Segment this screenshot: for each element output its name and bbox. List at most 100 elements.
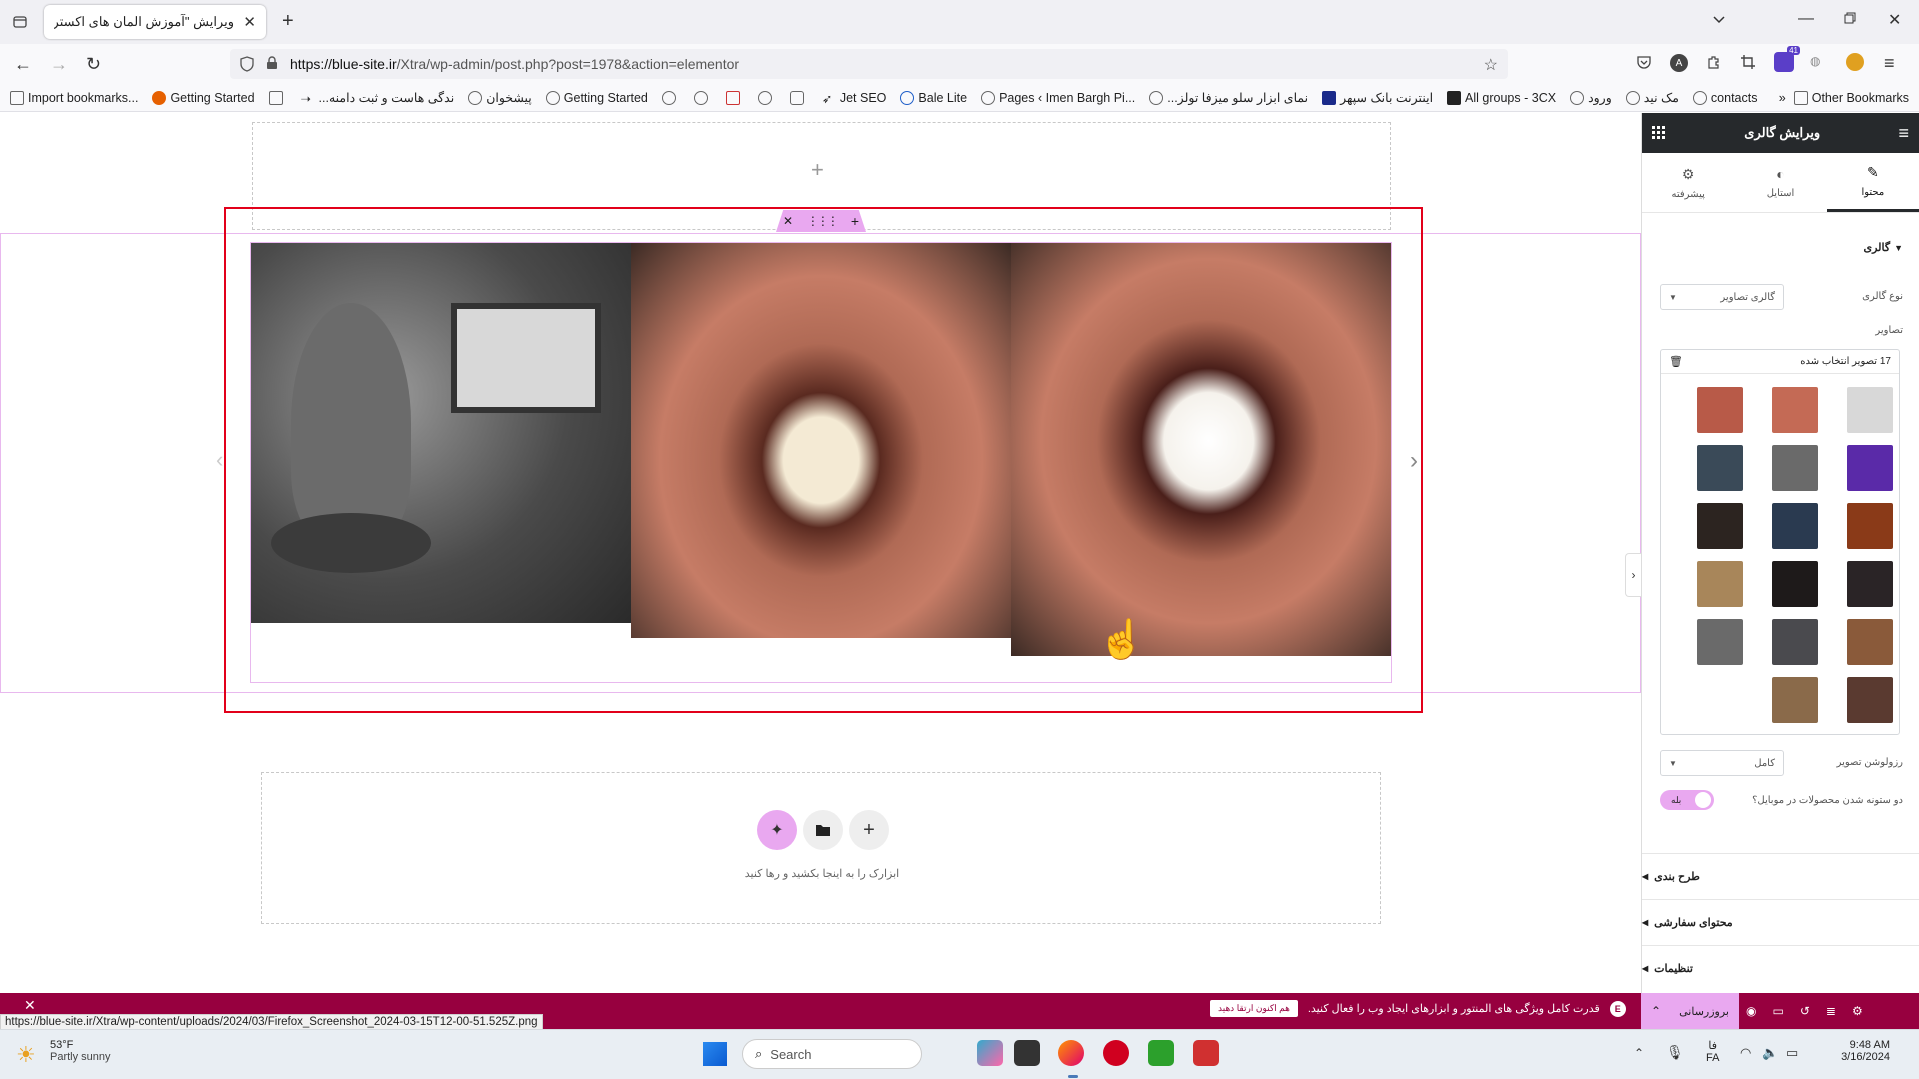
close-icon[interactable]: ✕ xyxy=(24,997,36,1014)
navigator-icon[interactable]: ≣ xyxy=(1826,1004,1836,1018)
settings-ext-icon[interactable] xyxy=(1846,53,1864,71)
add-section-icon[interactable]: + xyxy=(849,810,889,850)
active-tab[interactable]: ویرایش "آموزش المان های اکسترا – ... ✕ xyxy=(44,5,266,39)
bookmark-item[interactable]: اینترنت بانک سپهر xyxy=(1322,90,1433,105)
lock-icon[interactable] xyxy=(266,56,278,70)
recorder-icon[interactable] xyxy=(1193,1040,1219,1066)
bookmark-item[interactable] xyxy=(757,90,776,105)
vpn-icon[interactable]: ◍ xyxy=(1810,54,1820,68)
section-settings[interactable]: تنظیمات ◀ xyxy=(1642,945,1919,991)
bookmark-item[interactable]: Getting Started xyxy=(152,90,255,105)
other-bookmarks[interactable]: » Other Bookmarks xyxy=(1779,90,1909,105)
thumbnail[interactable] xyxy=(1847,619,1893,665)
thumbnail[interactable] xyxy=(1697,561,1743,607)
thumbnail[interactable] xyxy=(1847,503,1893,549)
tab-content[interactable]: ✎ محتوا xyxy=(1826,153,1919,212)
restore-icon[interactable] xyxy=(1844,12,1856,24)
settings-icon[interactable]: ⚙ xyxy=(1852,1004,1863,1018)
chevron-down-icon[interactable] xyxy=(1712,12,1726,26)
section-custom-content[interactable]: محتوای سفارشی ◀ xyxy=(1642,899,1919,945)
section-handle[interactable]: ✕ ⋮⋮⋮ + xyxy=(776,210,866,232)
folder-icon[interactable] xyxy=(803,810,843,850)
weather-icon[interactable]: ☀ xyxy=(16,1042,36,1068)
bookmark-item[interactable]: ➝ ...ندگی هاست و ثبت دامنه xyxy=(301,90,455,106)
bookmark-item[interactable]: Bale Lite xyxy=(900,90,967,105)
tab-list-icon[interactable] xyxy=(10,12,30,32)
shield-icon[interactable] xyxy=(240,56,254,72)
panel-toggle-icon[interactable]: › xyxy=(1625,553,1641,597)
new-tab-icon[interactable]: + xyxy=(282,10,294,33)
clock[interactable]: 9:48 AM 3/16/2024 xyxy=(1818,1039,1890,1063)
thumbnail[interactable] xyxy=(1847,445,1893,491)
bookmark-item[interactable]: Import bookmarks... xyxy=(10,90,138,105)
trash-icon[interactable]: 🗑 xyxy=(1669,355,1683,368)
close-icon[interactable]: ✕ xyxy=(243,13,256,31)
tab-style[interactable]: ◐ استایل xyxy=(1734,153,1826,212)
bookmark-item[interactable] xyxy=(693,90,712,105)
bookmark-item[interactable]: پیشخوان xyxy=(468,90,532,105)
thumbnail[interactable] xyxy=(1772,619,1818,665)
add-icon[interactable]: + xyxy=(851,213,859,229)
update-button[interactable]: بروزرسانی xyxy=(1679,1005,1729,1018)
drag-icon[interactable]: ⋮⋮⋮ xyxy=(807,214,839,228)
bookmark-item[interactable] xyxy=(268,90,287,105)
thumbnail[interactable] xyxy=(1772,677,1818,723)
forward-icon[interactable]: → xyxy=(50,54,68,75)
image-picker[interactable]: 17 تصویر انتخاب شده 🗑 xyxy=(1660,349,1900,735)
microphone-icon[interactable]: 🎙 xyxy=(1666,1044,1684,1061)
pocket-icon[interactable] xyxy=(1636,54,1652,70)
gallery-image-genie[interactable] xyxy=(251,243,631,623)
thumbnail[interactable] xyxy=(1772,503,1818,549)
thumbnail[interactable] xyxy=(1772,561,1818,607)
chevron-up-icon[interactable]: ⌃ xyxy=(1651,1004,1661,1018)
weather-widget[interactable]: 53°F Partly sunny xyxy=(50,1039,111,1063)
resolution-select[interactable]: کامل ▼ xyxy=(1660,750,1784,776)
bookmark-item[interactable]: ➶ Jet SEO xyxy=(822,91,887,106)
crop-icon[interactable] xyxy=(1740,54,1756,70)
thumbnail[interactable] xyxy=(1697,387,1743,433)
bookmark-item[interactable]: ورود xyxy=(1570,90,1612,105)
thumbnail[interactable] xyxy=(1847,387,1893,433)
language-indicator[interactable]: فا FA xyxy=(1706,1039,1719,1064)
extensions-icon[interactable] xyxy=(1706,54,1722,70)
bookmark-item[interactable] xyxy=(661,90,680,105)
thumbnail[interactable] xyxy=(1697,619,1743,665)
thumbnail[interactable] xyxy=(1772,387,1818,433)
battery-icon[interactable]: ▭ xyxy=(1786,1045,1798,1061)
thumbnail[interactable] xyxy=(1697,503,1743,549)
thumbnail[interactable] xyxy=(1847,677,1893,723)
responsive-icon[interactable]: ▭ xyxy=(1772,1004,1783,1018)
bookmark-item[interactable]: All groups - 3CX xyxy=(1447,90,1556,105)
copilot-icon[interactable] xyxy=(977,1040,1003,1066)
carousel-next-icon[interactable]: › xyxy=(1410,447,1418,475)
section-layout[interactable]: طرح بندی ◀ xyxy=(1642,853,1919,899)
grid-icon[interactable] xyxy=(1652,126,1666,140)
history-icon[interactable]: ↺ xyxy=(1800,1004,1810,1018)
menu-icon[interactable]: ≡ xyxy=(1884,53,1895,74)
ublock-icon[interactable]: 41 xyxy=(1774,46,1800,72)
bookmark-item[interactable]: مک نید xyxy=(1625,90,1679,105)
tab-advanced[interactable]: ⚙ پیشرفته xyxy=(1642,153,1734,212)
tray-chevron-icon[interactable]: ⌃ xyxy=(1634,1046,1644,1060)
url-bar[interactable]: https://blue-site.ir/Xtra/wp-admin/post.… xyxy=(230,49,1508,79)
reload-icon[interactable]: ↻ xyxy=(86,54,101,75)
volume-icon[interactable]: 🔈 xyxy=(1762,1045,1778,1061)
thumbnail[interactable] xyxy=(1697,445,1743,491)
taskbar-search[interactable]: ⌕ Search xyxy=(742,1039,922,1069)
bookmark-item[interactable] xyxy=(725,90,744,105)
carousel-prev-icon[interactable]: ‹ xyxy=(216,447,223,473)
thumbnail[interactable] xyxy=(1772,445,1818,491)
opera-icon[interactable] xyxy=(1103,1040,1129,1066)
upgrade-button[interactable]: هم اکنون ارتقا دهید xyxy=(1210,1000,1298,1017)
back-icon[interactable]: ← xyxy=(14,54,32,75)
section-gallery-header[interactable]: ▼ گالری xyxy=(1863,241,1903,254)
gallery-image-smile-before[interactable] xyxy=(631,243,1011,638)
mobile-columns-toggle[interactable]: بله xyxy=(1660,790,1714,810)
bookmark-item[interactable]: Getting Started xyxy=(545,90,648,105)
hamburger-icon[interactable]: ≡ xyxy=(1898,123,1909,144)
add-icon[interactable]: + xyxy=(811,157,824,183)
bookmark-item[interactable]: Pages ‹ Imen Bargh Pi... xyxy=(981,90,1135,105)
bookmark-item[interactable]: ...نمای ابزار سلو میزفا تولز xyxy=(1149,90,1308,105)
gallery-image-smile-after[interactable] xyxy=(1011,243,1391,656)
camtasia-icon[interactable] xyxy=(1148,1040,1174,1066)
